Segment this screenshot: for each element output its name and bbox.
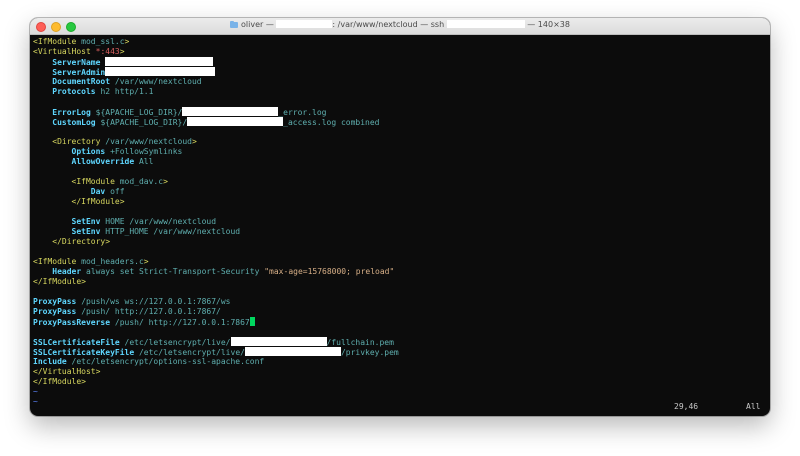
text-cursor	[249, 317, 255, 326]
code-line: AllowOverride All	[71, 157, 154, 166]
redacted-ssh-host	[446, 20, 525, 28]
code-line: CustomLog ${APACHE_LOG_DIR}/_access.log …	[52, 117, 380, 127]
code-line: <IfModule mod_headers.c>	[33, 257, 149, 266]
code-line: Options +FollowSymlinks	[71, 147, 183, 156]
code-line: Header always set Strict-Transport-Secur…	[52, 267, 395, 276]
code-line: SSLCertificateKeyFile /etc/letsencrypt/l…	[33, 347, 399, 357]
folder-icon	[230, 20, 239, 28]
code-line: ErrorLog ${APACHE_LOG_DIR}/_error.log	[52, 107, 327, 117]
title-bar[interactable]: oliver — : /var/www/nextcloud — ssh — 14…	[30, 18, 770, 35]
code-line: </IfModule>	[71, 197, 125, 206]
title-path: : /var/www/nextcloud — ssh	[332, 20, 447, 29]
code-line: Dav off	[90, 187, 125, 196]
code-line: SSLCertificateFile /etc/letsencrypt/live…	[33, 337, 394, 347]
code-line: </IfModule>	[33, 377, 86, 386]
redacted-host	[276, 20, 333, 28]
title-size: — 140×38	[524, 20, 570, 29]
code-line: ServerAdmin	[33, 67, 767, 77]
terminal-content[interactable]: <IfModule mod_ssl.c> <VirtualHost *:443>…	[30, 35, 770, 416]
code-line: SetEnv HOME /var/www/nextcloud	[71, 217, 217, 226]
code-line: ProxyPassReverse /push/ http://127.0.0.1…	[33, 317, 767, 327]
vim-status-line: 29,46 All	[30, 402, 770, 412]
code-line: Protocols h2 http/1.1	[52, 87, 154, 96]
code-line: <IfModule mod_dav.c>	[71, 177, 168, 186]
code-line: DocumentRoot /var/www/nextcloud	[52, 77, 202, 86]
cursor-position: 29,46	[674, 402, 699, 411]
redacted-log-name	[182, 107, 279, 116]
redacted-server-admin	[105, 67, 216, 76]
scroll-indicator: All	[746, 402, 761, 411]
code-line: <Directory /var/www/nextcloud>	[52, 137, 197, 146]
code-line: </VirtualHost>	[33, 367, 101, 376]
code-line: ProxyPass /push/ws ws://127.0.0.1:7867/w…	[33, 297, 231, 306]
redacted-log-name	[187, 117, 284, 126]
code-line: </IfModule>	[33, 277, 86, 286]
code-line: Include /etc/letsencrypt/options-ssl-apa…	[33, 357, 265, 366]
title-user: oliver —	[241, 20, 277, 29]
terminal-window: oliver — : /var/www/nextcloud — ssh — 14…	[30, 18, 770, 416]
code-line: </Directory>	[52, 237, 111, 246]
code-line: <IfModule mod_ssl.c>	[33, 37, 130, 46]
window-title: oliver — : /var/www/nextcloud — ssh — 14…	[30, 20, 770, 29]
code-line: SetEnv HTTP_HOME /var/www/nextcloud	[71, 227, 241, 236]
empty-line-marker: ~	[33, 387, 38, 396]
redacted-server-name	[105, 57, 214, 66]
redacted-domain	[230, 337, 327, 346]
code-line: ServerName	[33, 57, 767, 67]
code-line: <VirtualHost *:443>	[33, 47, 125, 56]
redacted-domain	[244, 347, 341, 356]
code-line: ProxyPass /push/ http://127.0.0.1:7867/	[33, 307, 221, 316]
